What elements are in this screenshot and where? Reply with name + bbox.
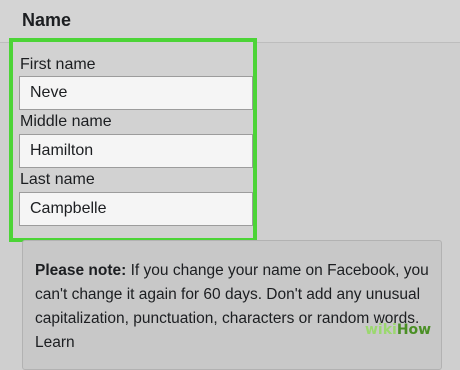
last-name-input[interactable] [19, 192, 253, 226]
first-name-label: First name [20, 56, 96, 73]
first-name-input[interactable] [19, 76, 253, 110]
section-title: Name [22, 10, 72, 30]
middle-name-label: Middle name [20, 113, 112, 130]
note-bold: Please note: [35, 262, 127, 279]
section-header: Name [0, 0, 460, 43]
middle-name-input[interactable] [19, 134, 253, 168]
name-change-note: Please note: If you change your name on … [22, 240, 442, 370]
note-text: Please note: If you change your name on … [35, 259, 435, 355]
last-name-label: Last name [20, 171, 95, 188]
wikihow-watermark: wikiHow [365, 322, 432, 338]
